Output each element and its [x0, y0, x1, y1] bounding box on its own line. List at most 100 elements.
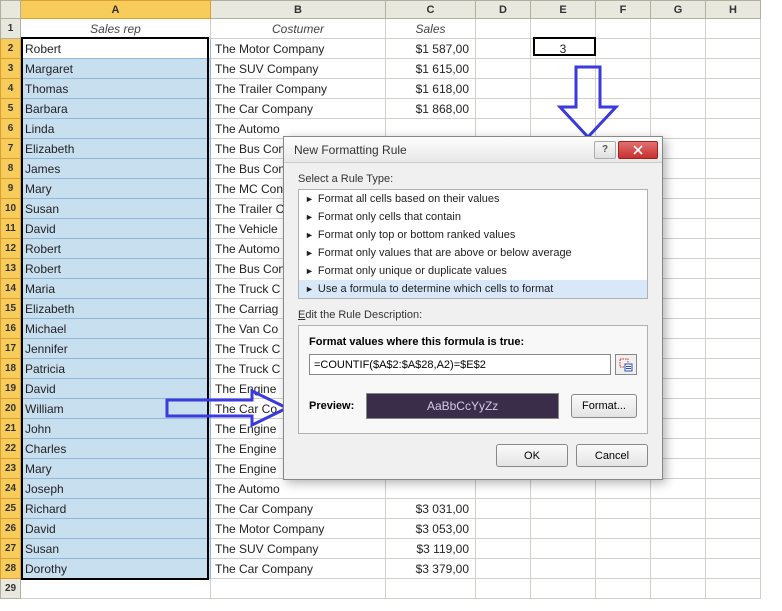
- close-button[interactable]: [618, 141, 658, 159]
- cell-E28[interactable]: [531, 559, 596, 579]
- col-header-F[interactable]: F: [596, 1, 651, 19]
- cell-H1[interactable]: [706, 19, 761, 39]
- cell-H9[interactable]: [706, 179, 761, 199]
- cell-A14[interactable]: Maria: [21, 279, 211, 299]
- cell-A28[interactable]: Dorothy: [21, 559, 211, 579]
- cell-D28[interactable]: [476, 559, 531, 579]
- row-header-6[interactable]: 6: [1, 119, 21, 139]
- cell-G26[interactable]: [651, 519, 706, 539]
- cell-A17[interactable]: Jennifer: [21, 339, 211, 359]
- cell-A15[interactable]: Elizabeth: [21, 299, 211, 319]
- col-header-H[interactable]: H: [706, 1, 761, 19]
- cell-C27[interactable]: $3 119,00: [386, 539, 476, 559]
- cell-A23[interactable]: Mary: [21, 459, 211, 479]
- cell-F1[interactable]: [596, 19, 651, 39]
- row-header-12[interactable]: 12: [1, 239, 21, 259]
- row-header-17[interactable]: 17: [1, 339, 21, 359]
- cell-A1[interactable]: Sales rep: [21, 19, 211, 39]
- cell-A9[interactable]: Mary: [21, 179, 211, 199]
- cell-E2[interactable]: 3: [531, 39, 596, 59]
- col-header-B[interactable]: B: [211, 1, 386, 19]
- row-header-14[interactable]: 14: [1, 279, 21, 299]
- cell-B26[interactable]: The Motor Company: [211, 519, 386, 539]
- row-header-27[interactable]: 27: [1, 539, 21, 559]
- col-header-C[interactable]: C: [386, 1, 476, 19]
- cell-B1[interactable]: Costumer: [211, 19, 386, 39]
- cell-G25[interactable]: [651, 499, 706, 519]
- formula-input[interactable]: [309, 354, 611, 375]
- cell-H15[interactable]: [706, 299, 761, 319]
- row-header-23[interactable]: 23: [1, 459, 21, 479]
- cell-H19[interactable]: [706, 379, 761, 399]
- cell-A10[interactable]: Susan: [21, 199, 211, 219]
- cell-D27[interactable]: [476, 539, 531, 559]
- cell-F26[interactable]: [596, 519, 651, 539]
- rule-type-item[interactable]: ►Format only unique or duplicate values: [299, 262, 647, 280]
- cell-H8[interactable]: [706, 159, 761, 179]
- cell-E24[interactable]: [531, 479, 596, 499]
- cell-E5[interactable]: [531, 99, 596, 119]
- cell-D24[interactable]: [476, 479, 531, 499]
- row-header-1[interactable]: 1: [1, 19, 21, 39]
- cell-A27[interactable]: Susan: [21, 539, 211, 559]
- row-header-21[interactable]: 21: [1, 419, 21, 439]
- cell-D25[interactable]: [476, 499, 531, 519]
- cell-A22[interactable]: Charles: [21, 439, 211, 459]
- cell-F2[interactable]: [596, 39, 651, 59]
- cell-G3[interactable]: [651, 59, 706, 79]
- row-header-13[interactable]: 13: [1, 259, 21, 279]
- row-header-11[interactable]: 11: [1, 219, 21, 239]
- rule-type-item[interactable]: ►Format only values that are above or be…: [299, 244, 647, 262]
- row-header-15[interactable]: 15: [1, 299, 21, 319]
- row-header-26[interactable]: 26: [1, 519, 21, 539]
- cell-C24[interactable]: [386, 479, 476, 499]
- cancel-button[interactable]: Cancel: [576, 444, 648, 467]
- cell-H17[interactable]: [706, 339, 761, 359]
- cell-H20[interactable]: [706, 399, 761, 419]
- cell-B25[interactable]: The Car Company: [211, 499, 386, 519]
- cell-F4[interactable]: [596, 79, 651, 99]
- cell-H4[interactable]: [706, 79, 761, 99]
- row-header-29[interactable]: 29: [1, 579, 21, 599]
- col-header-D[interactable]: D: [476, 1, 531, 19]
- cell-B5[interactable]: The Car Company: [211, 99, 386, 119]
- cell-H21[interactable]: [706, 419, 761, 439]
- ok-button[interactable]: OK: [496, 444, 568, 467]
- cell-A24[interactable]: Joseph: [21, 479, 211, 499]
- row-header-28[interactable]: 28: [1, 559, 21, 579]
- row-header-25[interactable]: 25: [1, 499, 21, 519]
- row-header-5[interactable]: 5: [1, 99, 21, 119]
- cell-C2[interactable]: $1 587,00: [386, 39, 476, 59]
- cell-A21[interactable]: John: [21, 419, 211, 439]
- cell-D4[interactable]: [476, 79, 531, 99]
- cell-A4[interactable]: Thomas: [21, 79, 211, 99]
- cell-A5[interactable]: Barbara: [21, 99, 211, 119]
- cell-C28[interactable]: $3 379,00: [386, 559, 476, 579]
- cell-H27[interactable]: [706, 539, 761, 559]
- cell-D1[interactable]: [476, 19, 531, 39]
- cell-B2[interactable]: The Motor Company: [211, 39, 386, 59]
- cell-H25[interactable]: [706, 499, 761, 519]
- cell-H12[interactable]: [706, 239, 761, 259]
- cell-A3[interactable]: Margaret: [21, 59, 211, 79]
- row-header-9[interactable]: 9: [1, 179, 21, 199]
- cell-H14[interactable]: [706, 279, 761, 299]
- row-header-2[interactable]: 2: [1, 39, 21, 59]
- cell-F28[interactable]: [596, 559, 651, 579]
- col-header-E[interactable]: E: [531, 1, 596, 19]
- cell-D2[interactable]: [476, 39, 531, 59]
- cell-C1[interactable]: Sales: [386, 19, 476, 39]
- cell-H7[interactable]: [706, 139, 761, 159]
- cell-A8[interactable]: James: [21, 159, 211, 179]
- cell-A19[interactable]: David: [21, 379, 211, 399]
- cell-E3[interactable]: [531, 59, 596, 79]
- cell-A7[interactable]: Elizabeth: [21, 139, 211, 159]
- cell-E27[interactable]: [531, 539, 596, 559]
- rule-type-item[interactable]: ►Format only cells that contain: [299, 208, 647, 226]
- rule-type-item[interactable]: ►Format all cells based on their values: [299, 190, 647, 208]
- cell-G2[interactable]: [651, 39, 706, 59]
- cell-F3[interactable]: [596, 59, 651, 79]
- cell-H22[interactable]: [706, 439, 761, 459]
- cell-H26[interactable]: [706, 519, 761, 539]
- cell-G1[interactable]: [651, 19, 706, 39]
